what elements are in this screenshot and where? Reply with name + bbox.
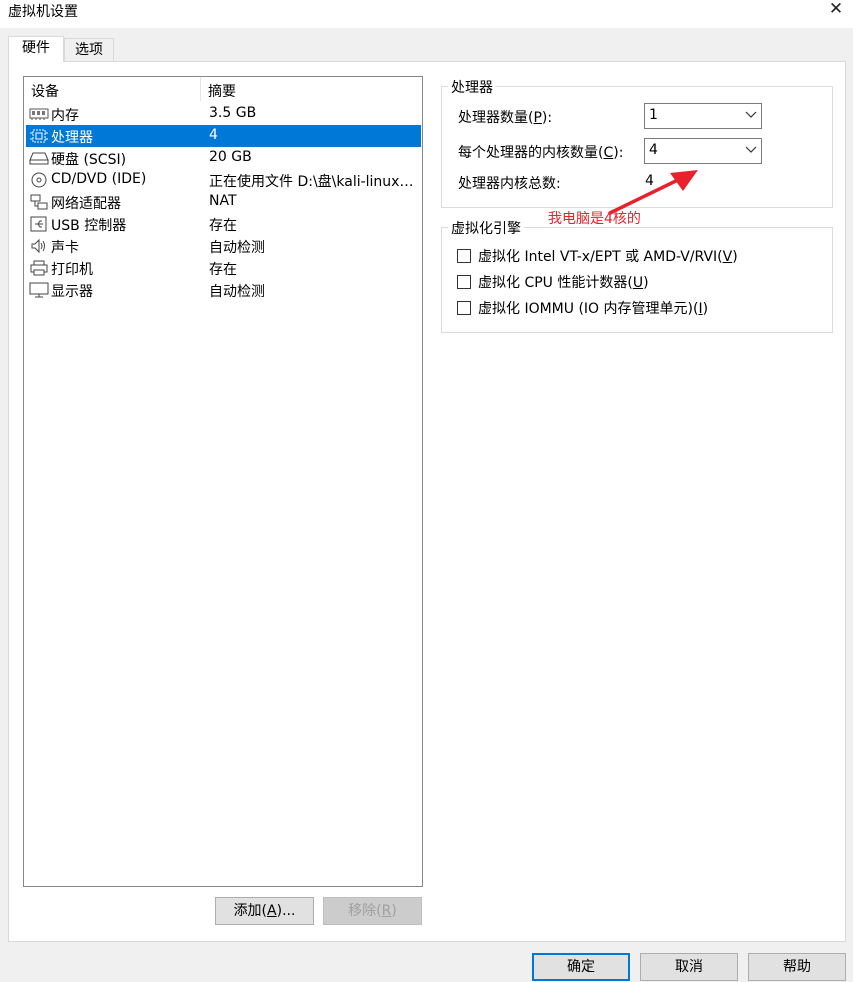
virtualization-group-title: 虚拟化引擎 (448, 218, 524, 238)
remove-button-label: 移除( (348, 903, 382, 919)
column-separator[interactable] (200, 77, 201, 101)
device-name: CD/DVD (IDE) (51, 171, 147, 187)
remove-button-label-end: ) (391, 903, 397, 919)
add-button[interactable]: 添加(A)... (215, 897, 314, 925)
virtualize-cpu-counters-label: 虚拟化 CPU 性能计数器(U) (478, 272, 649, 292)
tab-hardware[interactable]: 硬件 (8, 36, 64, 62)
cores-per-processor-label: 每个处理器的内核数量(C): (458, 142, 623, 162)
virtualize-cpu-counters-accesskey: U (632, 275, 644, 291)
checkbox-box[interactable] (457, 301, 471, 315)
help-button[interactable]: 帮助 (748, 953, 846, 981)
device-summary: 自动检测 (209, 240, 265, 256)
virtualize-vtx-accesskey: V (722, 249, 733, 265)
column-header-device[interactable]: 设备 (31, 81, 59, 101)
usb-icon (29, 216, 49, 232)
cores-per-processor-label-end: ): (613, 145, 624, 161)
network-adapter-icon (29, 194, 49, 210)
virtualize-vtx-label: 虚拟化 Intel VT-x/EPT 或 AMD-V/RVI(V) (478, 246, 738, 266)
device-summary: 存在 (209, 218, 237, 234)
add-button-label: 添加( (233, 903, 268, 919)
device-summary: 3.5 GB (209, 105, 257, 121)
device-summary: NAT (209, 193, 237, 209)
virtualize-cpu-counters-label-text: 虚拟化 CPU 性能计数器( (478, 275, 633, 291)
device-summary: 自动检测 (209, 284, 265, 300)
virtualize-vtx-label-end: ) (732, 249, 738, 265)
device-row-harddisk[interactable]: 硬盘 (SCSI) 20 GB (26, 147, 421, 169)
close-icon[interactable]: ✕ (819, 0, 853, 22)
window-title: 虚拟机设置 (8, 4, 78, 20)
remove-button-accesskey: R (381, 903, 392, 919)
device-summary: 存在 (209, 262, 237, 278)
device-summary: 正在使用文件 D:\盘\kali-linux-2020... (209, 174, 417, 190)
annotation-text: 我电脑是4核的 (548, 211, 641, 227)
cancel-button[interactable]: 取消 (640, 953, 738, 981)
add-button-accesskey: A (267, 903, 277, 919)
harddisk-icon (29, 150, 49, 166)
column-header-summary[interactable]: 摘要 (208, 81, 236, 101)
device-summary: 4 (209, 127, 218, 143)
device-row-usb[interactable]: USB 控制器 存在 (26, 213, 421, 235)
cd-dvd-icon (29, 172, 49, 188)
device-name: 内存 (51, 108, 79, 124)
processor-count-label-end: ): (541, 110, 553, 126)
title-bar: 虚拟机设置 ✕ (0, 0, 853, 28)
device-name: 声卡 (51, 240, 79, 256)
tab-options[interactable]: 选项 (64, 38, 114, 62)
device-name: 处理器 (51, 130, 93, 146)
processor-count-label-text: 处理器数量( (458, 110, 534, 126)
device-row-processor[interactable]: 处理器 4 (26, 125, 421, 147)
device-row-sound[interactable]: 声卡 自动检测 (26, 235, 421, 257)
display-icon (29, 282, 49, 298)
total-cores-label: 处理器内核总数: (458, 176, 561, 192)
remove-button[interactable]: 移除(R) (323, 897, 422, 925)
virtualize-cpu-counters-label-end: ) (643, 275, 649, 291)
device-name: USB 控制器 (51, 218, 127, 234)
cores-per-processor-accesskey: C (603, 145, 614, 161)
processor-group-title: 处理器 (448, 77, 496, 97)
processor-count-accesskey: P (533, 110, 542, 126)
virtualize-iommu-label-text: 虚拟化 IOMMU (IO 内存管理单元)( (478, 301, 699, 317)
device-list-header: 设备 摘要 (24, 77, 422, 101)
sound-icon (29, 238, 49, 254)
device-name: 网络适配器 (51, 196, 121, 212)
ok-button[interactable]: 确定 (532, 953, 630, 981)
device-row-memory[interactable]: 内存 3.5 GB (26, 103, 421, 125)
device-name: 显示器 (51, 284, 93, 300)
virtualize-vtx-label-text: 虚拟化 Intel VT-x/EPT 或 AMD-V/RVI( (478, 249, 723, 265)
device-summary: 20 GB (209, 149, 252, 165)
chevron-down-icon (745, 143, 757, 155)
checkbox-box[interactable] (457, 249, 471, 263)
printer-icon (29, 260, 49, 276)
device-row-display[interactable]: 显示器 自动检测 (26, 279, 421, 301)
memory-icon (29, 106, 49, 122)
device-name: 打印机 (51, 262, 93, 278)
cores-per-processor-select[interactable]: 4 (644, 138, 762, 164)
processor-icon (29, 128, 49, 144)
processor-count-label: 处理器数量(P): (458, 107, 552, 127)
cores-per-processor-label-text: 每个处理器的内核数量( (458, 145, 604, 161)
device-list[interactable]: 设备 摘要 内存 3.5 GB 处理器 4 硬盘 (SCSI) 20 GB CD… (23, 76, 423, 887)
chevron-down-icon (745, 108, 757, 120)
device-row-network-adapter[interactable]: 网络适配器 NAT (26, 191, 421, 213)
device-name: 硬盘 (SCSI) (51, 152, 127, 168)
device-row-printer[interactable]: 打印机 存在 (26, 257, 421, 279)
processor-count-select[interactable]: 1 (644, 103, 762, 129)
device-row-cd-dvd[interactable]: CD/DVD (IDE) 正在使用文件 D:\盘\kali-linux-2020… (26, 169, 421, 191)
checkbox-box[interactable] (457, 275, 471, 289)
processor-count-value: 1 (649, 107, 658, 123)
cores-per-processor-value: 4 (649, 142, 658, 158)
virtualize-iommu-label-end: ) (702, 301, 709, 317)
add-button-label-end: )... (276, 903, 296, 919)
virtualize-iommu-label: 虚拟化 IOMMU (IO 内存管理单元)(I) (478, 298, 708, 318)
